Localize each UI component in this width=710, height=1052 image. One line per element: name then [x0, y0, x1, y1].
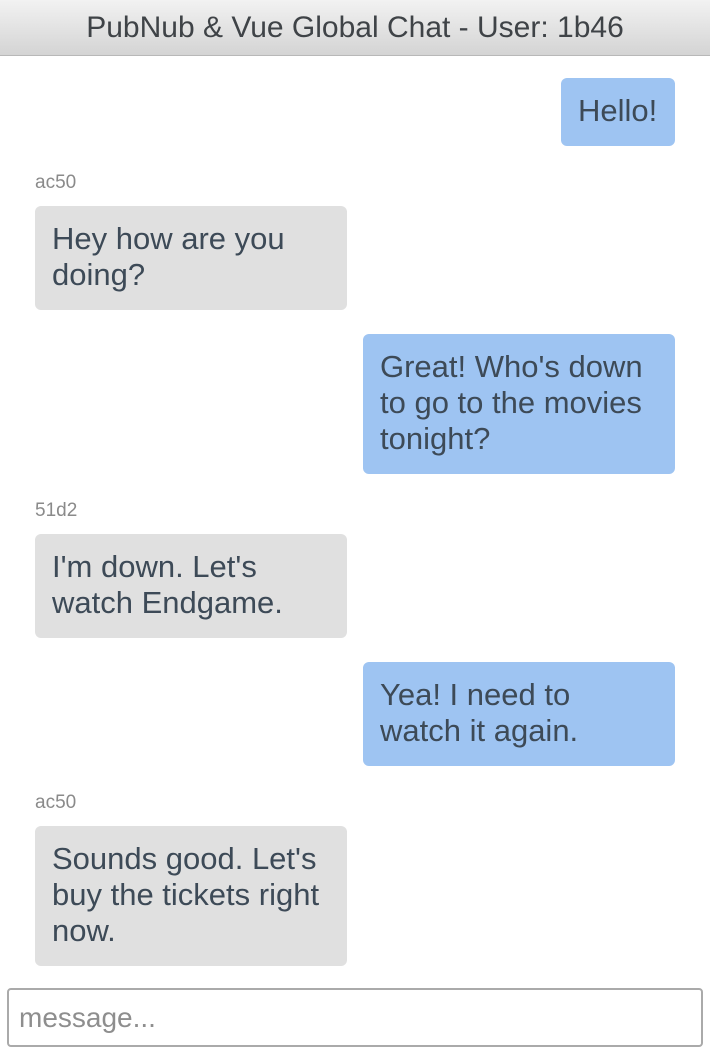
message-bubble-self: Hello!: [561, 78, 675, 146]
message-bubble-self: Great! Who's down to go to the movies to…: [363, 334, 675, 474]
chat-title: PubNub & Vue Global Chat - User: 1b46: [86, 10, 624, 44]
chat-header: PubNub & Vue Global Chat - User: 1b46: [0, 0, 710, 56]
message-list[interactable]: Hello! ac50 Hey how are you doing? Great…: [0, 56, 710, 976]
message-bubble-self: Yea! I need to watch it again.: [363, 662, 675, 766]
message-sender: ac50: [35, 172, 77, 193]
message-bubble-other: Sounds good. Let's buy the tickets right…: [35, 826, 347, 966]
message-input[interactable]: [7, 988, 703, 1047]
message-sender: ac50: [35, 792, 77, 813]
message-sender: 51d2: [35, 500, 78, 521]
message-bubble-other: I'm down. Let's watch Endgame.: [35, 534, 347, 638]
message-bubble-other: Hey how are you doing?: [35, 206, 347, 310]
